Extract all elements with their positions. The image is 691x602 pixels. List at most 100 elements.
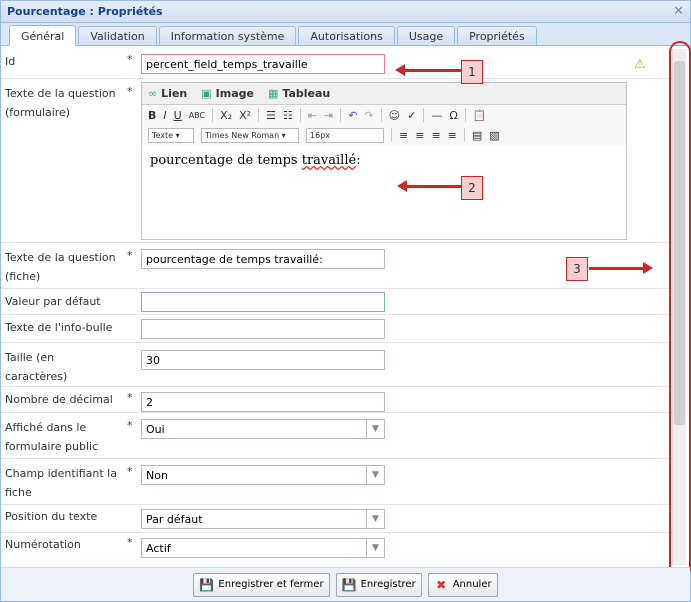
- chevron-down-icon[interactable]: ▼: [366, 420, 384, 438]
- separator: [299, 108, 301, 122]
- close-icon[interactable]: ✕: [673, 4, 684, 19]
- label-tooltip: Texte de l'info-bulle: [5, 321, 113, 334]
- save-close-button[interactable]: 💾 Enregistrer et fermer: [193, 572, 330, 597]
- underline-icon[interactable]: U: [174, 109, 182, 122]
- subscript-icon[interactable]: X₂: [220, 109, 232, 122]
- redo-icon[interactable]: ↷: [364, 109, 373, 122]
- label-question-sheet: Texte de la question (fiche): [5, 251, 116, 283]
- required-marker: *: [127, 53, 133, 66]
- question-sheet-input[interactable]: pourcentage de temps travaillé:: [141, 249, 385, 269]
- separator: [340, 108, 342, 122]
- row-question-form: Texte de la question (formulaire) * ∞ Lie…: [1, 79, 672, 243]
- size-select[interactable]: 16px: [306, 127, 384, 143]
- required-marker: *: [127, 419, 133, 432]
- row-id: Id * percent_field_temps_travaille ⚠: [1, 47, 672, 79]
- separator: [463, 128, 465, 142]
- paste-icon[interactable]: 📋: [473, 109, 487, 122]
- spellcheck-icon[interactable]: ✓: [407, 109, 416, 122]
- dialog-footer: 💾 Enregistrer et fermer 💾 Enregistrer ✖ …: [1, 567, 690, 601]
- bullet-list-icon[interactable]: ☰: [266, 109, 276, 122]
- label-default-value: Valeur par défaut: [5, 295, 101, 308]
- bold-icon[interactable]: B: [148, 109, 156, 122]
- row-tooltip: Texte de l'info-bulle: [1, 315, 672, 343]
- chevron-down-icon[interactable]: ▼: [366, 510, 384, 528]
- outdent-icon[interactable]: ⇤: [308, 109, 317, 122]
- horizontal-rule-icon[interactable]: —: [431, 109, 442, 122]
- separator: [212, 108, 214, 122]
- required-marker: *: [127, 465, 133, 478]
- editor-tab-link[interactable]: ∞ Lien: [148, 87, 187, 100]
- editor-content[interactable]: pourcentage de temps travaillé:: [142, 145, 626, 176]
- separator: [380, 108, 382, 122]
- annotation-callout-2: 2: [461, 176, 483, 200]
- separator: [391, 128, 392, 142]
- strikethrough-icon[interactable]: ABC: [189, 111, 205, 120]
- id-input[interactable]: percent_field_temps_travaille: [141, 54, 385, 74]
- superscript-icon[interactable]: X²: [239, 109, 251, 122]
- tab-system-info[interactable]: Information système: [158, 26, 297, 45]
- annotation-callout-1: 1: [461, 60, 483, 84]
- indent-icon[interactable]: ⇥: [324, 109, 333, 122]
- tooltip-input[interactable]: [141, 319, 385, 339]
- editor-tab-image[interactable]: ▣ Image: [201, 87, 254, 100]
- numbering-select[interactable]: Actif ▼: [141, 538, 385, 558]
- save-button[interactable]: 💾 Enregistrer: [335, 572, 422, 597]
- dialog-title: Pourcentage : Propriétés: [7, 5, 163, 18]
- tab-properties[interactable]: Propriétés: [457, 26, 537, 45]
- font-select[interactable]: Times New Roman ▾: [201, 127, 299, 143]
- row-size: Taille (en caractères) 30: [1, 343, 672, 387]
- size-input[interactable]: 30: [141, 350, 385, 370]
- editor-tab-table[interactable]: ▦ Tableau: [268, 87, 330, 100]
- form-body: Id * percent_field_temps_travaille ⚠ Tex…: [1, 47, 672, 567]
- cancel-button[interactable]: ✖ Annuler: [427, 572, 498, 597]
- tab-bar: Général Validation Information système A…: [1, 23, 690, 46]
- required-marker: *: [127, 536, 133, 549]
- chevron-down-icon[interactable]: ▼: [366, 466, 384, 484]
- italic-icon[interactable]: I: [163, 109, 166, 122]
- source-icon[interactable]: ▤: [472, 129, 482, 142]
- text-position-select[interactable]: Par défaut ▼: [141, 509, 385, 529]
- save-icon: 💾: [199, 577, 215, 592]
- numbered-list-icon[interactable]: ☷: [283, 109, 293, 122]
- tab-usage[interactable]: Usage: [396, 26, 456, 45]
- align-right-icon[interactable]: ≡: [431, 129, 440, 142]
- label-public-form: Affiché dans le formulaire public: [5, 421, 99, 453]
- annotation-arrow: [403, 69, 461, 72]
- identifier-select[interactable]: Non ▼: [141, 465, 385, 485]
- align-center-icon[interactable]: ≡: [415, 129, 424, 142]
- smiley-icon[interactable]: ☺: [389, 109, 400, 122]
- label-id: Id: [5, 55, 16, 68]
- label-question-form: Texte de la question (formulaire): [5, 87, 116, 119]
- separator: [258, 108, 260, 122]
- annotation-arrow: [589, 267, 643, 270]
- link-icon: ∞: [148, 87, 158, 100]
- tab-permissions[interactable]: Autorisations: [298, 26, 395, 45]
- title-bar[interactable]: Pourcentage : Propriétés ✕: [1, 1, 690, 23]
- tab-general[interactable]: Général: [9, 25, 77, 46]
- undo-icon[interactable]: ↶: [348, 109, 357, 122]
- table-icon: ▦: [267, 87, 279, 100]
- label-numbering: Numérotation: [5, 538, 81, 551]
- save-icon: 💾: [341, 577, 357, 592]
- label-decimals: Nombre de décimal: [5, 393, 113, 406]
- default-value-input[interactable]: [141, 292, 385, 312]
- required-marker: *: [127, 249, 133, 262]
- special-char-icon[interactable]: Ω: [449, 109, 457, 122]
- decimals-input[interactable]: 2: [141, 392, 385, 412]
- row-public-form: Affiché dans le formulaire public * Oui …: [1, 413, 672, 459]
- style-select[interactable]: Texte ▾: [148, 127, 194, 143]
- annotation-arrowhead: [643, 262, 653, 274]
- annotation-oval: [669, 41, 691, 579]
- align-left-icon[interactable]: ≡: [399, 129, 408, 142]
- tab-validation[interactable]: Validation: [78, 26, 157, 45]
- align-justify-icon[interactable]: ≡: [448, 129, 457, 142]
- label-identifier: Champ identifiant la fiche: [5, 467, 117, 499]
- properties-dialog: Pourcentage : Propriétés ✕ Général Valid…: [0, 0, 691, 602]
- cancel-icon: ✖: [436, 577, 447, 592]
- public-form-select[interactable]: Oui ▼: [141, 419, 385, 439]
- rich-text-editor[interactable]: ∞ Lien ▣ Image ▦ Tableau B I U ABC X₂ X² ☰ …: [141, 82, 627, 240]
- label-text-position: Position du texte: [5, 510, 98, 523]
- chevron-down-icon[interactable]: ▼: [366, 539, 384, 557]
- row-identifier: Champ identifiant la fiche * Non ▼: [1, 459, 672, 505]
- fullscreen-icon[interactable]: ▧: [489, 129, 499, 142]
